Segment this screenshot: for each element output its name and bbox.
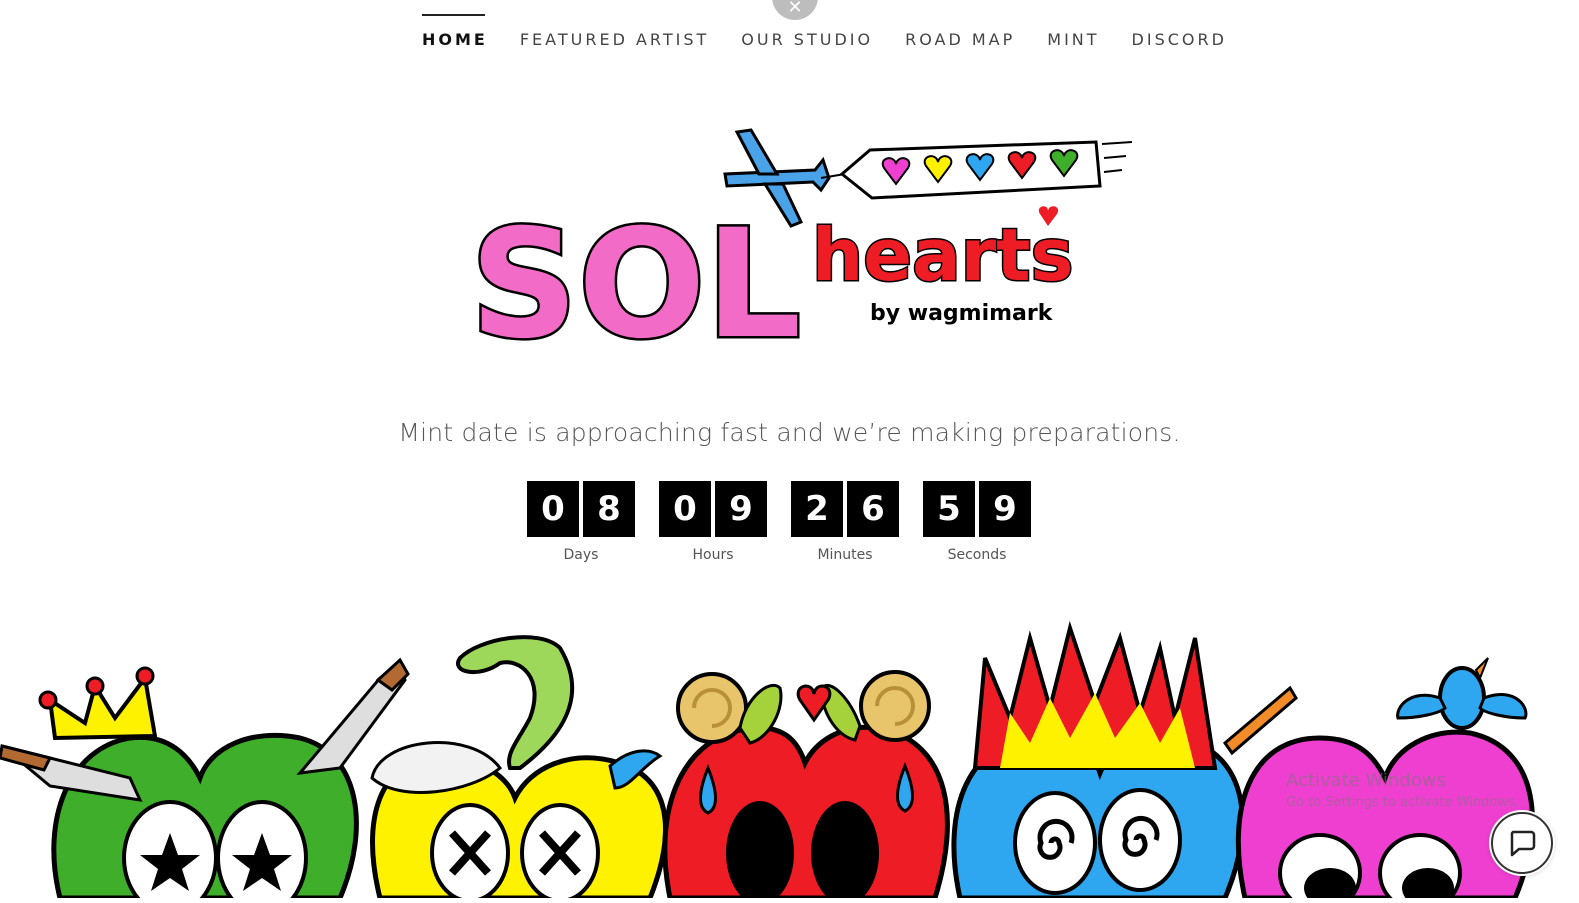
watermark-title: Activate Windows [1286,770,1446,791]
countdown-hours: 0 9 Hours [659,481,767,563]
yellow-heart-character [370,635,668,903]
hours-digit-2: 9 [715,481,767,537]
days-digit-2: 8 [583,481,635,537]
main-nav: HOME FEATURED ARTIST OUR STUDIO ROAD MAP… [422,0,1259,60]
windows-activation-watermark: Activate Windows Go to Settings to activ… [1286,770,1519,810]
minutes-digit-1: 2 [791,481,843,537]
banner [839,140,1133,200]
countdown-days: 0 8 Days [527,481,635,563]
nav-home[interactable]: HOME [422,0,488,60]
countdown-timer: 0 8 Days 0 9 Hours 2 6 Minutes 5 9 Secon… [527,481,1031,563]
days-label: Days [563,547,599,563]
logo-hearts-text: hearts [812,213,1073,297]
nav-mint[interactable]: MINT [1047,0,1099,60]
watermark-subtitle: Go to Settings to activate Windows. [1286,795,1519,810]
nav-featured-artist[interactable]: FEATURED ARTIST [520,0,709,60]
seconds-label: Seconds [947,547,1007,563]
seconds-digit-1: 5 [923,481,975,537]
seconds-digit-2: 9 [979,481,1031,537]
hours-digit-1: 0 [659,481,711,537]
heart-characters-illustration [0,618,1579,903]
minutes-label: Minutes [817,547,873,563]
days-digit-1: 0 [527,481,579,537]
green-heart-character [0,657,410,903]
logo-sol-text: SOL [470,198,801,358]
mint-tagline: Mint date is approaching fast and we’re … [398,418,1181,447]
logo-graphic: SOL hearts by wagmimark [468,128,1133,375]
minutes-digit-2: 6 [847,481,899,537]
nav-our-studio[interactable]: OUR STUDIO [741,0,873,60]
nav-road-map[interactable]: ROAD MAP [905,0,1015,60]
chat-button[interactable] [1491,812,1553,874]
chat-bubble-icon [1510,830,1536,857]
red-heart-character [662,670,950,903]
hours-label: Hours [692,547,734,563]
logo-byline: by wagmimark [870,301,1054,326]
site-logo[interactable]: SOL hearts by wagmimark [468,118,1140,375]
nav-discord[interactable]: DISCORD [1132,0,1227,60]
blue-heart-character [951,620,1245,901]
countdown-minutes: 2 6 Minutes [791,481,899,563]
countdown-seconds: 5 9 Seconds [923,481,1031,563]
